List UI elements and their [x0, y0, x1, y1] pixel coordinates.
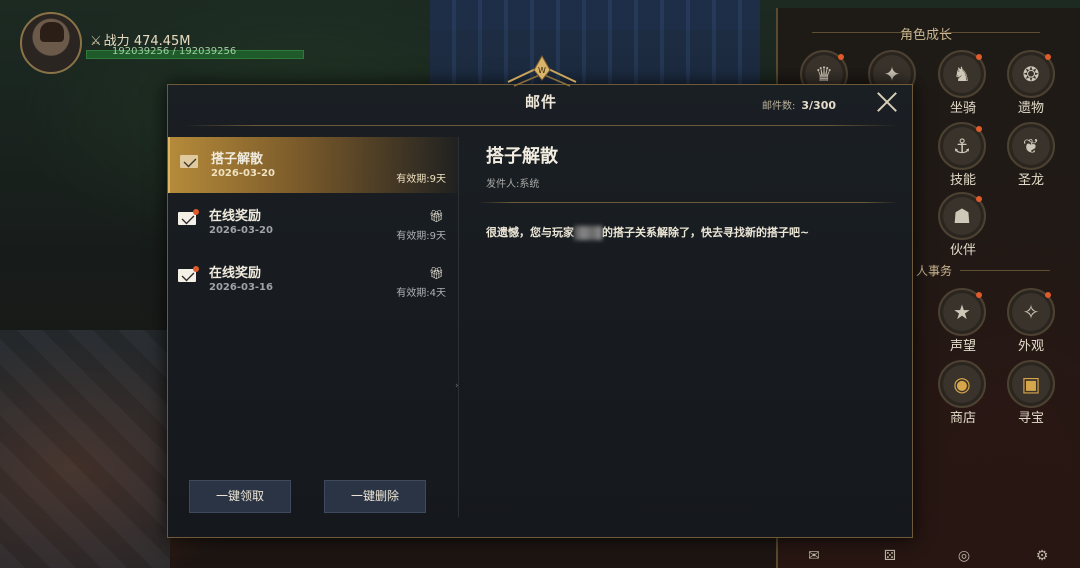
mail-item-selected[interactable]: 搭子解散 2026-03-20 有效期:9天: [168, 137, 458, 193]
mail-item-title: 搭子解散: [211, 152, 264, 167]
mail-item-expiry: 有效期:9天: [396, 231, 446, 242]
notification-dot: [976, 292, 982, 298]
mail-body-prefix: 很遗憾，您与玩家: [486, 226, 574, 239]
envelope-icon: [178, 266, 199, 282]
notification-dot: [976, 196, 982, 202]
mail-detail-sender: 发件人:系统: [486, 179, 540, 190]
appearance-icon[interactable]: ✧: [1007, 288, 1055, 336]
section-character-growth: 角色成长: [811, 24, 1041, 43]
menu-label-relic: 遗物: [1017, 101, 1044, 116]
mail-item-date: 2026-03-16: [209, 282, 273, 293]
mail-dialog: 邮件 邮件数: 3/300 搭子解散 2026-03-20 有效期:9天 在线奖励…: [167, 84, 913, 538]
redacted-name: [574, 226, 602, 240]
menu-label-reputation: 声望: [949, 339, 976, 354]
relic-icon[interactable]: ❂: [1007, 50, 1055, 98]
mail-detail-body: 很遗憾，您与玩家 的搭子关系解除了，快去寻找新的搭子吧~: [486, 224, 809, 240]
crest-ornament-icon: W: [507, 54, 577, 87]
mail-count-label: 邮件数:: [762, 101, 796, 112]
gift-icon: 🎁︎: [428, 266, 444, 280]
menu-label-shop: 商店: [949, 411, 976, 426]
dice-icon[interactable]: ⚄: [880, 548, 900, 566]
header-divider: [184, 125, 898, 126]
mail-icon[interactable]: ✉: [804, 548, 824, 566]
mail-item[interactable]: 在线奖励 2026-03-16 🎁︎ 有效期:4天: [168, 251, 458, 307]
notification-dot: [1045, 54, 1051, 60]
envelope-open-icon: [180, 155, 198, 168]
mail-count: 邮件数: 3/300: [762, 97, 836, 112]
mail-item-title: 在线奖励: [209, 266, 262, 281]
svg-text:W: W: [538, 66, 546, 75]
partner-icon[interactable]: ☗: [938, 192, 986, 240]
close-button[interactable]: [874, 89, 900, 115]
notification-dot: [838, 54, 844, 60]
background-building-facade: [430, 0, 760, 85]
mount-icon[interactable]: ♞: [938, 50, 986, 98]
gift-icon: 🎁︎: [428, 209, 444, 223]
mail-item-date: 2026-03-20: [209, 225, 273, 236]
section-personal-affairs: 人事务: [916, 264, 1051, 278]
delete-all-button[interactable]: 一键删除: [324, 480, 426, 513]
menu-label-dragon: 圣龙: [1017, 173, 1044, 188]
mail-detail-title: 搭子解散: [486, 146, 558, 167]
hp-text: 192039256 / 192039256: [112, 46, 237, 57]
notification-dot: [1045, 292, 1051, 298]
unread-dot: [193, 209, 199, 215]
dragon-icon[interactable]: ❦: [1007, 122, 1055, 170]
menu-label-skill: 技能: [949, 173, 976, 188]
mail-item[interactable]: 在线奖励 2026-03-20 🎁︎ 有效期:9天: [168, 194, 458, 250]
shop-icon[interactable]: ◉: [938, 360, 986, 408]
claim-all-button[interactable]: 一键领取: [189, 480, 291, 513]
notification-dot: [976, 54, 982, 60]
mail-item-date: 2026-03-20: [211, 168, 275, 179]
mail-body-suffix: 的搭子关系解除了，快去寻找新的搭子吧~: [602, 226, 810, 239]
menu-label-appearance: 外观: [1017, 339, 1044, 354]
crossed-swords-icon: ⚔: [90, 34, 102, 49]
notification-dot: [976, 126, 982, 132]
mail-list: 搭子解散 2026-03-20 有效期:9天 在线奖励 2026-03-20 🎁…: [168, 137, 459, 517]
skill-icon[interactable]: ⚓: [938, 122, 986, 170]
menu-label-treasure: 寻宝: [1017, 411, 1044, 426]
mail-item-expiry: 有效期:4天: [396, 288, 446, 299]
mail-item-title: 在线奖励: [209, 209, 262, 224]
settings-icon[interactable]: ⚙: [1032, 548, 1052, 566]
camera-icon[interactable]: ◎: [954, 548, 974, 566]
player-hud: ⚔ 战力 474.45M 192039256 / 192039256: [20, 12, 320, 82]
envelope-icon: [178, 209, 199, 225]
player-avatar[interactable]: [20, 12, 82, 74]
reputation-icon[interactable]: ★: [938, 288, 986, 336]
menu-label-partner: 伙伴: [949, 243, 976, 258]
treasure-icon[interactable]: ▣: [1007, 360, 1055, 408]
mail-count-value: 3/300: [801, 99, 837, 112]
menu-label-mount: 坐骑: [949, 101, 976, 116]
detail-divider: [478, 202, 898, 203]
mail-item-expiry: 有效期:9天: [396, 174, 446, 185]
unread-dot: [193, 266, 199, 272]
background-floor: [0, 330, 170, 568]
collapse-arrow-icon: ›: [455, 381, 459, 391]
